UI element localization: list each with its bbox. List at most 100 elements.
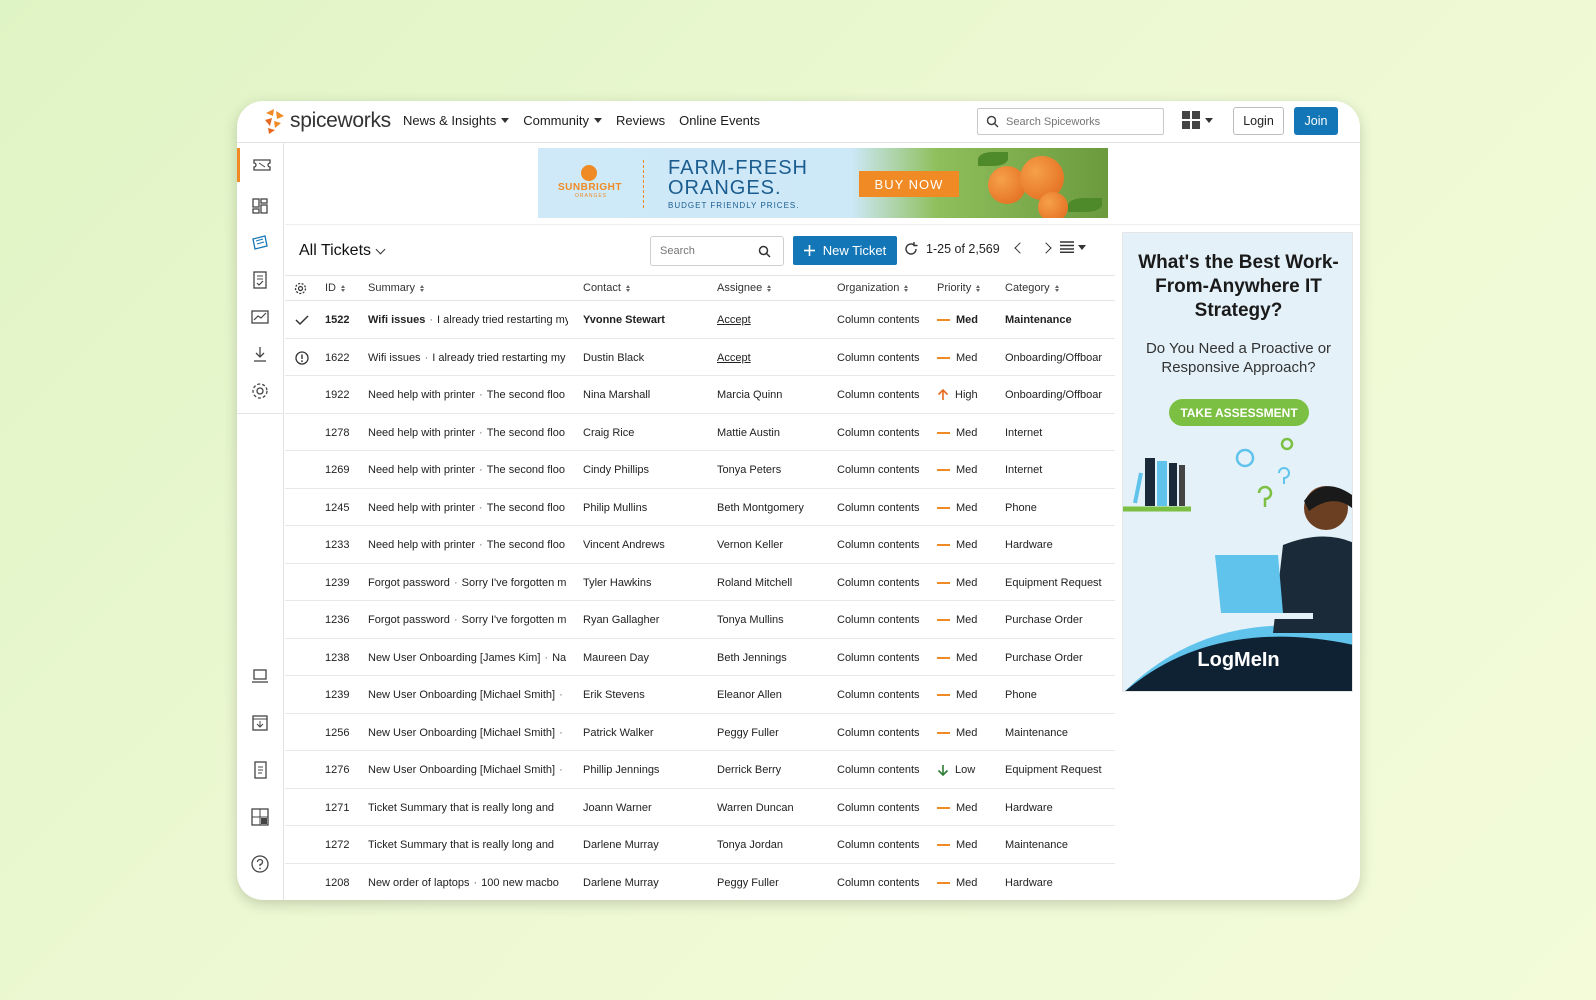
- new-ticket-button[interactable]: New Ticket: [793, 236, 897, 265]
- dashboard-icon: [252, 198, 268, 214]
- column-header-contact[interactable]: Contact: [583, 282, 630, 294]
- priority-medium-icon: [937, 544, 950, 546]
- chevron-right-icon[interactable]: [1040, 242, 1052, 254]
- priority-label: Med: [956, 464, 978, 476]
- ticket-category: Purchase Order: [1005, 614, 1083, 626]
- buy-now-button[interactable]: BUY NOW: [859, 171, 959, 197]
- ticket-priority: Med: [937, 839, 1001, 851]
- join-button[interactable]: Join: [1294, 107, 1338, 135]
- chevron-left-icon[interactable]: [1014, 242, 1026, 254]
- take-assessment-button[interactable]: TAKE ASSESSMENT: [1169, 399, 1309, 426]
- apps-menu-button[interactable]: [1182, 111, 1213, 129]
- nav-community[interactable]: Community: [523, 113, 602, 128]
- gear-icon[interactable]: [294, 282, 307, 295]
- table-row[interactable]: 1233 Need help with printer · The second fl…: [285, 526, 1115, 564]
- nav-online-events-label: Online Events: [679, 113, 761, 128]
- refresh-icon[interactable]: [904, 242, 918, 256]
- table-row[interactable]: 1256 New User Onboarding [Michael Smith] ·…: [285, 714, 1115, 751]
- ticket-id: 1239: [325, 689, 350, 701]
- column-header-id[interactable]: ID: [325, 282, 345, 294]
- table-row[interactable]: 1245 Need help with printer · The second fl…: [285, 489, 1115, 526]
- ticket-summary: Ticket Summary that is really long and: [368, 839, 568, 851]
- priority-label: Med: [956, 501, 978, 514]
- ticket-organization: Column contents: [837, 576, 920, 589]
- ticket-assignee: Beth Montgomery: [717, 501, 804, 514]
- ticket-contact: Erik Stevens: [583, 689, 645, 701]
- table-row[interactable]: 1278 Need help with printer · The second fl…: [285, 414, 1115, 451]
- table-row[interactable]: 1269 Need help with printer · The second fl…: [285, 451, 1115, 489]
- side-ad-headline: What's the Best Work-From-Anywhere IT St…: [1138, 252, 1339, 321]
- list-view-menu[interactable]: [1060, 241, 1086, 253]
- nav-news-insights[interactable]: News & Insights: [403, 113, 510, 128]
- ticket-description: The second floo: [486, 464, 565, 476]
- ticket-icon: [252, 159, 271, 171]
- ticket-title: Need help with printer: [368, 389, 476, 401]
- nav-online-events[interactable]: Online Events: [679, 113, 760, 128]
- ticket-category: Internet: [1005, 426, 1043, 439]
- search-icon[interactable]: [758, 245, 771, 258]
- ticket-summary: New User Onboarding [Michael Smith] ·: [368, 727, 568, 739]
- ticket-category: Phone: [1005, 689, 1037, 701]
- ticket-search-input[interactable]: [660, 245, 758, 257]
- sidebar-item-tasks[interactable]: [237, 263, 283, 297]
- accept-link[interactable]: Accept: [717, 314, 832, 326]
- table-row[interactable]: 1239 Forgot password · Sorry I've forgotten…: [285, 564, 1115, 601]
- table-row[interactable]: 1276 New User Onboarding [Michael Smith] ·…: [285, 751, 1115, 789]
- sidebar-item-tickets[interactable]: [237, 148, 283, 182]
- site-search[interactable]: [977, 108, 1164, 135]
- chevron-down-icon: [1205, 117, 1213, 123]
- sidebar-item-all-tickets[interactable]: [237, 226, 283, 260]
- ticket-contact: Yvonne Stewart: [583, 314, 665, 326]
- sidebar-item-layout[interactable]: [237, 800, 283, 834]
- table-row[interactable]: 1236 Forgot password · Sorry I've forgotten…: [285, 601, 1115, 639]
- table-row[interactable]: 1622 Wifi issues · I already tried restarti…: [285, 339, 1115, 376]
- ticket-category: Purchase Order: [1005, 651, 1083, 664]
- column-header-summary[interactable]: Summary: [368, 282, 425, 294]
- column-header-label: Organization: [837, 282, 900, 294]
- ticket-title: Wifi issues: [368, 351, 421, 364]
- ticket-id: 1238: [325, 651, 350, 664]
- ticket-contact: Ryan Gallagher: [583, 614, 660, 626]
- new-ticket-label: New Ticket: [822, 243, 887, 258]
- table-row[interactable]: 1922 Need help with printer · The second fl…: [285, 376, 1115, 414]
- banner-ad[interactable]: SUNBRIGHT ORANGES FARM-FRESH ORANGES. BU…: [538, 148, 1108, 218]
- arrow-up-icon: [937, 389, 949, 400]
- site-search-input[interactable]: [1006, 115, 1156, 128]
- priority-label: Med: [956, 726, 978, 739]
- summary-separator: ·: [424, 351, 429, 364]
- table-row[interactable]: 1239 New User Onboarding [Michael Smith] ·…: [285, 676, 1115, 714]
- sidebar-item-devices[interactable]: [237, 659, 283, 693]
- column-header-category[interactable]: Category: [1005, 282, 1059, 294]
- table-row[interactable]: 1208 New order of laptops · 100 new macbo Da…: [285, 864, 1115, 901]
- spiceworks-logo[interactable]: spiceworks: [262, 107, 391, 135]
- leaf-decoration: [1068, 198, 1102, 212]
- table-row[interactable]: 1272 Ticket Summary that is really long a…: [285, 826, 1115, 864]
- sidebar-item-downloads[interactable]: [237, 337, 283, 371]
- sidebar-item-documents[interactable]: [237, 753, 283, 787]
- view-selector[interactable]: All Tickets: [299, 242, 386, 260]
- sidebar-item-dashboard[interactable]: [237, 189, 283, 223]
- sidebar-item-help[interactable]: [237, 847, 283, 881]
- ticket-assignee: Tonya Jordan: [717, 839, 784, 851]
- table-row[interactable]: 1522 Wifi issues · I already tried restarti…: [285, 301, 1115, 339]
- ticket-assignee: Peggy Fuller: [717, 726, 779, 739]
- table-row[interactable]: 1238 New User Onboarding [James Kim] · Na Ma…: [285, 639, 1115, 676]
- ticket-category: Hardware: [1005, 801, 1053, 814]
- sidebar-item-settings[interactable]: [237, 374, 283, 408]
- column-header-priority[interactable]: Priority: [937, 282, 981, 294]
- ticket-priority: Med: [937, 802, 1001, 814]
- priority-label: High: [955, 389, 978, 401]
- column-header-assignee[interactable]: Assignee: [717, 282, 772, 294]
- sidebar-item-inbox[interactable]: [237, 706, 283, 740]
- column-header-organization[interactable]: Organization: [837, 282, 909, 294]
- side-ad[interactable]: What's the Best Work-From-Anywhere IT St…: [1122, 232, 1353, 692]
- table-row[interactable]: 1271 Ticket Summary that is really long a…: [285, 789, 1115, 826]
- nav-reviews[interactable]: Reviews: [616, 113, 665, 128]
- accept-link[interactable]: Accept: [717, 352, 832, 364]
- nav-reviews-label: Reviews: [615, 113, 666, 128]
- ticket-search[interactable]: [650, 236, 784, 266]
- sidebar-item-reports[interactable]: [237, 300, 283, 334]
- ticket-priority: Med: [937, 614, 1001, 626]
- ticket-assignee: Roland Mitchell: [717, 576, 793, 589]
- login-button[interactable]: Login: [1233, 107, 1284, 135]
